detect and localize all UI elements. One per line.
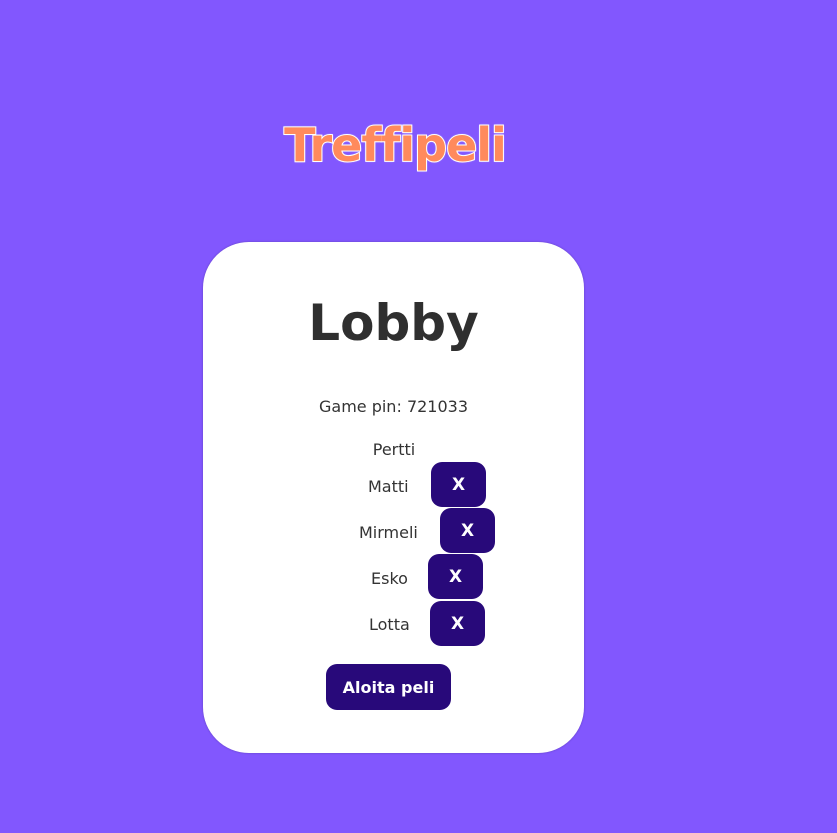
lobby-card: Lobby Game pin: 721033 Pertti Matti X Mi… xyxy=(203,242,584,753)
player-name: Lotta xyxy=(369,615,410,634)
app-title: Treffipeli xyxy=(283,117,508,173)
host-name: Pertti xyxy=(372,440,416,459)
kick-player-button[interactable]: X xyxy=(428,554,483,599)
player-name: Mirmeli xyxy=(359,523,418,542)
lobby-title: Lobby xyxy=(308,294,479,352)
kick-player-button[interactable]: X xyxy=(440,508,495,553)
start-game-button[interactable]: Aloita peli xyxy=(326,664,451,710)
kick-player-button[interactable]: X xyxy=(431,462,486,507)
game-pin-value: 721033 xyxy=(406,397,469,416)
game-pin: Game pin: 721033 xyxy=(203,397,584,416)
player-name: Esko xyxy=(371,569,408,588)
kick-player-button[interactable]: X xyxy=(430,601,485,646)
player-name: Matti xyxy=(368,477,409,496)
game-pin-label: Game pin: xyxy=(318,397,402,416)
